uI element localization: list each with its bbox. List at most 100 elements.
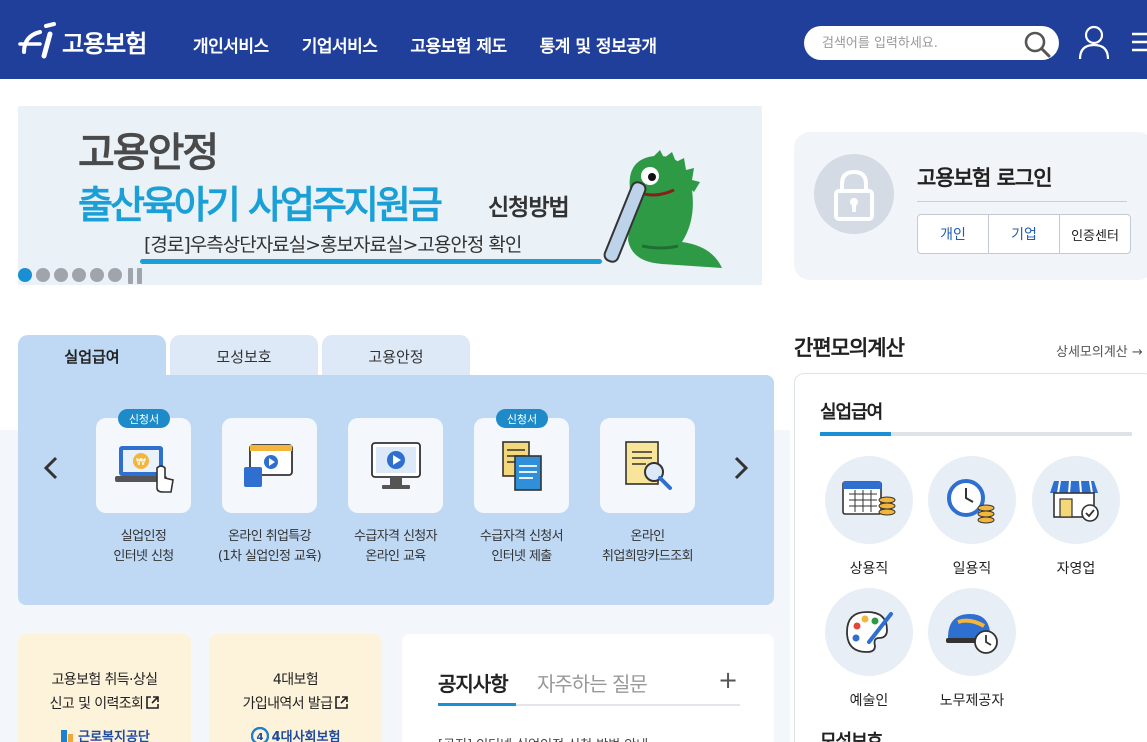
service-item-applicant-education[interactable]: 수급자격 신청자온라인 교육 bbox=[348, 418, 443, 567]
calc-label: 일용직 bbox=[952, 561, 992, 577]
service-label-line1: 온라인 취업특강 bbox=[227, 529, 312, 544]
site-header: 고용보험 개인서비스 기업서비스 고용보험 제도 통계 및 정보공개 bbox=[0, 0, 1147, 79]
tab-faq[interactable]: 자주하는 질문 bbox=[537, 668, 648, 697]
chevron-right-icon[interactable] bbox=[730, 455, 752, 481]
svg-text:₩: ₩ bbox=[136, 457, 146, 468]
service-item-online-submission[interactable]: 신청서 수급자격 신청서 인터넷 제출 bbox=[474, 409, 569, 567]
search-icon[interactable] bbox=[1023, 30, 1051, 58]
calculator-title: 간편모의계산 bbox=[794, 336, 905, 360]
store-icon bbox=[1050, 480, 1099, 522]
banner-path-text: [경로]우측상단자료실>홍보자료실>고용안정 확인 bbox=[144, 234, 522, 256]
lock-icon bbox=[814, 154, 894, 234]
documents-icon bbox=[501, 440, 542, 491]
banner-underline bbox=[140, 259, 602, 264]
comwel-logo-icon bbox=[61, 729, 74, 742]
main-nav: 개인서비스 기업서비스 고용보험 제도 통계 및 정보공개 bbox=[193, 32, 657, 57]
notice-tab-indicator bbox=[438, 703, 516, 706]
chevron-left-icon[interactable] bbox=[40, 455, 62, 481]
maternity-subtitle: 모성보호 bbox=[820, 731, 883, 742]
slide-dot-4[interactable] bbox=[72, 268, 86, 282]
service-label-line2: 취업희망카드조회 bbox=[602, 549, 693, 564]
calc-label: 노무제공자 bbox=[939, 693, 1005, 709]
banner-title: 고용안정 bbox=[78, 130, 219, 176]
clock-coins-icon bbox=[947, 479, 995, 524]
card-line1: 고용보험 취득·상실 bbox=[51, 672, 159, 688]
login-card: 고용보험 로그인 개인 기업 인증센터 bbox=[794, 132, 1147, 280]
insurance-report-card[interactable]: 고용보험 취득·상실 신고 및 이력조회 근로복지공단 bbox=[18, 634, 191, 742]
certificate-center-button[interactable]: 인증센터 bbox=[1059, 214, 1131, 254]
card-org: 근로복지공단 bbox=[78, 730, 150, 742]
calc-label: 예술인 bbox=[849, 693, 889, 709]
calendar-coins-icon bbox=[842, 481, 896, 516]
search-input[interactable] bbox=[822, 33, 1012, 53]
logo-text: 고용보험 bbox=[62, 29, 147, 58]
nav-personal-services[interactable]: 개인서비스 bbox=[193, 32, 269, 57]
slide-dot-5[interactable] bbox=[90, 268, 104, 282]
document-search-icon bbox=[624, 440, 672, 490]
nav-business-services[interactable]: 기업서비스 bbox=[302, 32, 378, 57]
helmet-clock-icon bbox=[946, 614, 998, 654]
service-label-line2: 온라인 교육 bbox=[365, 549, 426, 564]
logo-mark-icon bbox=[18, 22, 56, 59]
service-label-line2: (1차 실업인정 교육) bbox=[217, 549, 322, 564]
dinosaur-mascot-icon bbox=[603, 150, 722, 268]
pause-icon[interactable] bbox=[128, 268, 144, 284]
slide-dot-6[interactable] bbox=[108, 268, 122, 282]
banner-pagination bbox=[18, 268, 144, 284]
menu-icon[interactable] bbox=[1132, 30, 1147, 54]
slide-dot-1[interactable] bbox=[18, 268, 32, 282]
calc-label: 자영업 bbox=[1056, 561, 1096, 577]
calc-labor-provider[interactable]: 노무제공자 bbox=[928, 588, 1016, 710]
laptop-coin-icon: ₩ bbox=[114, 445, 174, 493]
calc-regular-worker[interactable]: 상용직 bbox=[825, 456, 913, 578]
detailed-calculation-link[interactable]: 상세모의계산 → bbox=[1056, 341, 1143, 360]
nav-statistics[interactable]: 통계 및 정보공개 bbox=[540, 32, 657, 57]
notice-panel: 공지사항 자주하는 질문 + [공지] 인터넷 실업인정 신청 방법 안내 bbox=[402, 634, 774, 742]
login-personal-button[interactable]: 개인 bbox=[917, 214, 989, 254]
service-label-line2: 인터넷 신청 bbox=[113, 549, 174, 564]
login-tabs: 개인 기업 인증센터 bbox=[917, 214, 1131, 254]
calc-daily-worker[interactable]: 일용직 bbox=[928, 456, 1016, 578]
application-badge: 신청서 bbox=[118, 409, 170, 428]
user-icon[interactable] bbox=[1078, 24, 1110, 60]
card-line1: 4대보험 bbox=[272, 672, 319, 688]
tab-notices[interactable]: 공지사항 bbox=[438, 668, 509, 697]
tab-employment-stability[interactable]: 고용안정 bbox=[322, 335, 470, 377]
promo-banner[interactable]: 고용안정 출산육아기 사업주지원금 신청방법 [경로]우측상단자료실>홍보자료실… bbox=[18, 106, 762, 285]
search-box bbox=[804, 26, 1059, 60]
banner-headline: 출산육아기 사업주지원금 bbox=[78, 183, 443, 227]
application-badge: 신청서 bbox=[496, 409, 548, 428]
four-insurance-logo-icon: 4 bbox=[250, 726, 269, 742]
calc-label: 상용직 bbox=[849, 561, 889, 577]
service-label-line1: 수급자격 신청자 bbox=[353, 529, 438, 544]
calculator-tab-indicator bbox=[820, 432, 891, 436]
slide-dot-2[interactable] bbox=[36, 268, 50, 282]
logo[interactable]: 고용보험 bbox=[18, 22, 147, 60]
external-link-icon bbox=[146, 696, 160, 709]
service-item-online-lecture[interactable]: 온라인 취업특강 (1차 실업인정 교육) bbox=[218, 418, 322, 567]
calc-artist[interactable]: 예술인 bbox=[825, 588, 913, 710]
service-item-online-certification[interactable]: 신청서 ₩ 실업인정인터넷 신청 bbox=[96, 409, 191, 567]
more-plus-icon[interactable]: + bbox=[718, 668, 738, 692]
slide-dot-3[interactable] bbox=[54, 268, 68, 282]
calculator-subtitle: 실업급여 bbox=[820, 402, 883, 423]
four-insurance-card[interactable]: 4대보험 가입내역서 발급 4 4대사회보험 bbox=[209, 634, 382, 742]
banner-headline-suffix: 신청방법 bbox=[488, 195, 570, 221]
service-label-line1: 실업인정 bbox=[120, 529, 167, 544]
service-label-line2: 인터넷 제출 bbox=[491, 549, 552, 564]
notice-list-item[interactable]: [공지] 인터넷 실업인정 신청 방법 안내 bbox=[438, 734, 648, 742]
login-business-button[interactable]: 기업 bbox=[988, 214, 1060, 254]
calc-self-employed[interactable]: 자영업 bbox=[1032, 456, 1120, 578]
video-lecture-icon bbox=[243, 443, 293, 487]
login-divider bbox=[917, 201, 1127, 202]
tab-unemployment-benefit[interactable]: 실업급여 bbox=[18, 335, 166, 377]
nav-insurance-system[interactable]: 고용보험 제도 bbox=[410, 32, 507, 57]
service-item-job-card-inquiry[interactable]: 온라인취업희망카드조회 bbox=[600, 418, 695, 567]
login-title: 고용보험 로그인 bbox=[917, 166, 1053, 190]
card-line2: 신고 및 이력조회 bbox=[49, 696, 144, 712]
card-org: 4대사회보험 bbox=[271, 730, 341, 742]
monitor-play-icon bbox=[370, 441, 421, 489]
tab-maternity-protection[interactable]: 모성보호 bbox=[170, 335, 318, 377]
palette-icon bbox=[846, 611, 893, 653]
service-label-line1: 온라인 bbox=[630, 529, 665, 544]
